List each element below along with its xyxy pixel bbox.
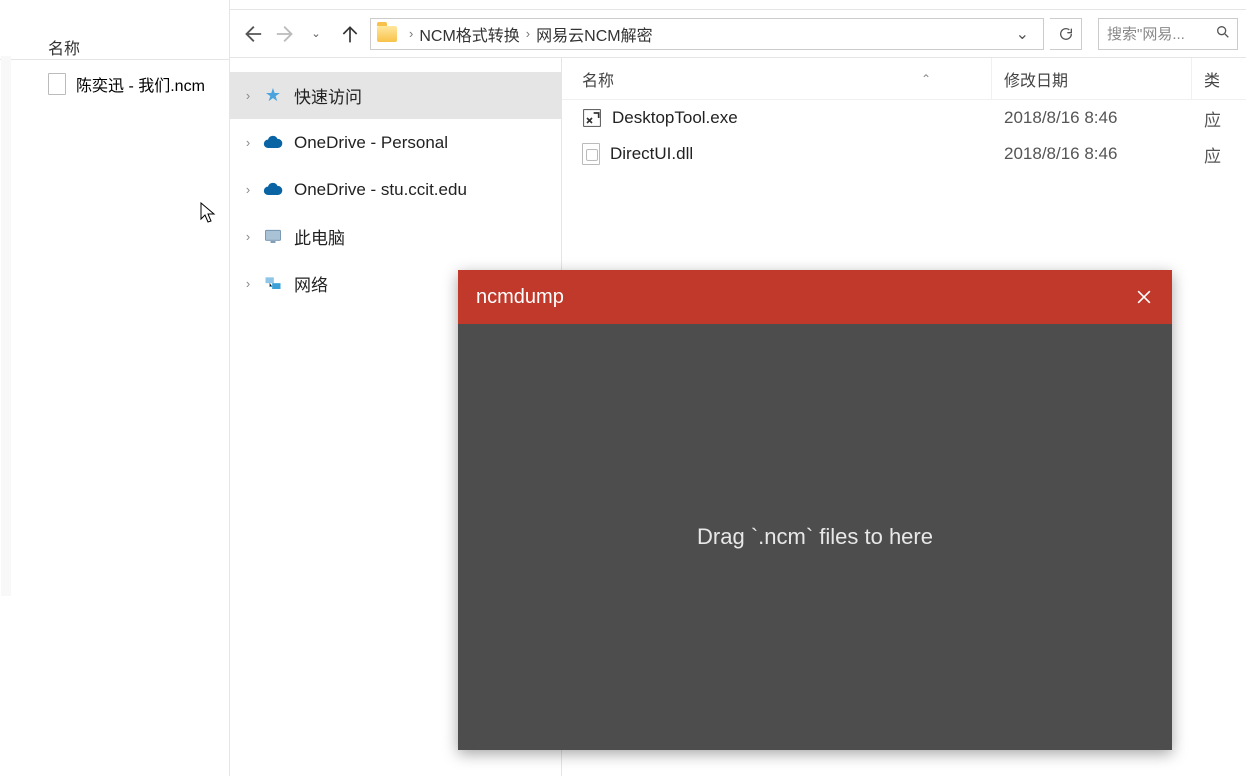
sidebar-item-label: OneDrive - Personal	[294, 133, 448, 153]
file-type: 应	[1204, 106, 1221, 131]
breadcrumb-seg-2[interactable]: 网易云NCM解密	[536, 22, 652, 46]
arrow-right-icon	[275, 23, 297, 45]
cloud-icon	[262, 132, 284, 154]
column-header-row: 名称 ⌃ 修改日期 类	[562, 58, 1246, 100]
chevron-right-icon: ›	[409, 26, 413, 41]
cloud-icon	[262, 179, 284, 201]
sort-caret-icon: ⌃	[921, 72, 931, 86]
history-dropdown[interactable]: ⌄	[302, 20, 330, 48]
back-button[interactable]	[238, 20, 266, 48]
file-date: 2018/8/16 8:46	[1004, 144, 1117, 164]
ncmdump-dropzone[interactable]: Drag `.ncm` files to here	[458, 324, 1172, 750]
file-date: 2018/8/16 8:46	[1004, 108, 1117, 128]
search-icon	[1215, 24, 1231, 44]
refresh-icon	[1058, 26, 1074, 42]
chevron-right-icon: ›	[244, 229, 252, 244]
forward-button[interactable]	[272, 20, 300, 48]
file-icon	[48, 73, 66, 95]
background-window: 名称 陈奕迅 - 我们.ncm	[0, 0, 230, 776]
column-header-name[interactable]: 名称 ⌃	[562, 58, 992, 99]
breadcrumb-seg-1[interactable]: NCM格式转换	[419, 22, 519, 46]
shortcut-exe-icon	[582, 108, 602, 128]
ribbon	[230, 0, 1246, 10]
close-button[interactable]	[1116, 270, 1172, 324]
arrow-left-icon	[241, 23, 263, 45]
column-header-type[interactable]: 类	[1192, 58, 1246, 99]
col-label: 修改日期	[1004, 67, 1068, 91]
table-row[interactable]: DirectUI.dll 2018/8/16 8:46 应	[562, 136, 1246, 172]
breadcrumb[interactable]: › NCM格式转换 › 网易云NCM解密 ⌄	[370, 18, 1044, 50]
address-bar-row: ⌄ › NCM格式转换 › 网易云NCM解密 ⌄ 搜索"网易...	[230, 10, 1246, 58]
left-gutter	[1, 56, 11, 596]
search-placeholder: 搜索"网易...	[1107, 23, 1185, 44]
close-icon	[1134, 287, 1154, 307]
up-button[interactable]	[336, 20, 364, 48]
search-input[interactable]: 搜索"网易...	[1098, 18, 1238, 50]
col-label: 类	[1204, 67, 1220, 91]
sidebar-item-label: 网络	[294, 271, 328, 296]
file-name-label: 陈奕迅 - 我们.ncm	[76, 72, 205, 96]
file-type: 应	[1204, 142, 1221, 167]
ncmdump-title: ncmdump	[476, 286, 564, 309]
sidebar-item-label: 快速访问	[294, 83, 362, 108]
sidebar-item-quick-access[interactable]: › ★ 快速访问	[230, 72, 561, 119]
column-header-date[interactable]: 修改日期	[992, 58, 1192, 99]
star-icon: ★	[262, 85, 284, 107]
file-name: DirectUI.dll	[610, 144, 693, 164]
left-col-name-label: 名称	[48, 35, 80, 59]
monitor-icon	[262, 226, 284, 248]
chevron-right-icon: ›	[526, 26, 530, 41]
chevron-right-icon: ›	[244, 135, 252, 150]
address-dropdown[interactable]: ⌄	[1008, 24, 1037, 44]
sidebar-item-label: 此电脑	[294, 224, 345, 249]
dropzone-hint: Drag `.ncm` files to here	[697, 524, 933, 550]
chevron-right-icon: ›	[244, 88, 252, 103]
sidebar-item-label: OneDrive - stu.ccit.edu	[294, 180, 467, 200]
table-row[interactable]: DesktopTool.exe 2018/8/16 8:46 应	[562, 100, 1246, 136]
chevron-right-icon: ›	[244, 182, 252, 197]
dll-file-icon	[582, 143, 600, 165]
left-column-header[interactable]: 名称	[0, 6, 229, 60]
ncmdump-titlebar[interactable]: ncmdump	[458, 270, 1172, 324]
folder-icon	[377, 26, 397, 42]
list-item[interactable]: 陈奕迅 - 我们.ncm	[0, 64, 229, 104]
network-icon	[262, 273, 284, 295]
ncmdump-window[interactable]: ncmdump Drag `.ncm` files to here	[458, 270, 1172, 750]
sidebar-item-onedrive-personal[interactable]: › OneDrive - Personal	[230, 119, 561, 166]
chevron-right-icon: ›	[244, 276, 252, 291]
sidebar-item-onedrive-edu[interactable]: › OneDrive - stu.ccit.edu	[230, 166, 561, 213]
refresh-button[interactable]	[1050, 18, 1082, 50]
col-label: 名称	[582, 67, 614, 91]
sidebar-item-this-pc[interactable]: › 此电脑	[230, 213, 561, 260]
arrow-up-icon	[340, 24, 360, 44]
file-name: DesktopTool.exe	[612, 108, 738, 128]
